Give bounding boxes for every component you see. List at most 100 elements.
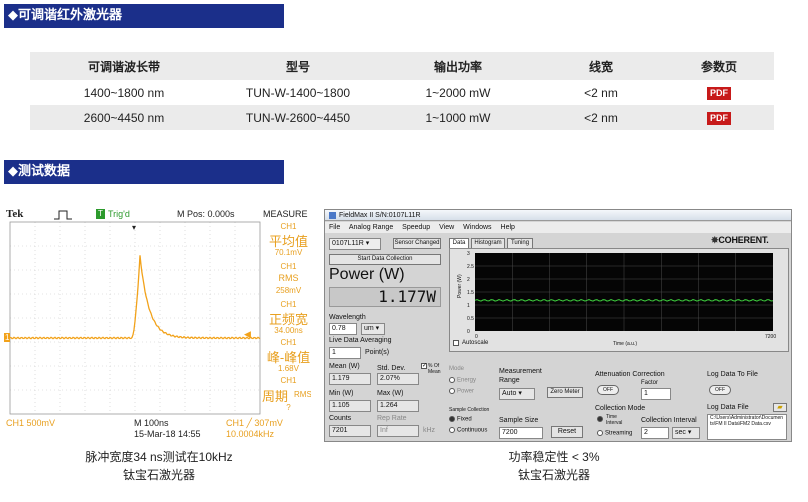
attenuation-label: Attenuation Correction	[595, 371, 665, 378]
cell-model: TUN-W-1400~1800	[245, 85, 351, 100]
y-ticks: 3 2.5 2 1.5 1 0.5 0	[467, 251, 474, 335]
menu-file[interactable]: File	[329, 224, 340, 231]
section-banner-lasers: ◆可调谐红外激光器	[4, 4, 284, 28]
cm-streaming-radio[interactable]: Streaming	[597, 430, 632, 437]
cell-band: 1400~1800 nm	[83, 85, 165, 100]
y-tick-label: 1	[467, 303, 470, 309]
log-data-toggle[interactable]: OFF	[709, 385, 731, 395]
meas-name: RMS	[278, 273, 299, 283]
mean-readout: 1.179	[329, 373, 371, 385]
sample-collection-label: Sample Collection	[449, 407, 490, 413]
coherent-logo-text: COHERENT.	[718, 235, 769, 245]
cell-doc: PDF	[664, 80, 774, 105]
trigger-state-icon	[54, 210, 72, 220]
col-header-power: 输出功率	[378, 52, 538, 80]
tab-data[interactable]: Data	[449, 238, 469, 248]
collection-interval-label: Collection Interval	[641, 417, 697, 424]
pdf-icon[interactable]: PDF	[707, 112, 731, 125]
reset-button[interactable]: Reset	[551, 426, 583, 438]
sc-continuous-radio[interactable]: Continuous	[449, 427, 487, 434]
live-averaging-label: Live Data Averaging	[329, 337, 392, 344]
wavelength-unit-select[interactable]: um ▾	[361, 323, 385, 335]
browse-folder-icon[interactable]: ▰	[773, 403, 787, 412]
menu-windows[interactable]: Windows	[463, 224, 491, 231]
autoscale-checkbox[interactable]	[453, 340, 459, 346]
col-header-band: 可调谐波长带	[30, 52, 218, 80]
meas-extra: RMS	[294, 390, 311, 399]
collection-interval-unit-select[interactable]: sec ▾	[672, 427, 700, 439]
fieldmax-caption: 功率稳定性 < 3% 钛宝石激光器	[400, 448, 708, 484]
mode-label: Mode	[449, 366, 465, 372]
wavelength-label: Wavelength	[329, 314, 366, 321]
wavelength-unit: um	[364, 325, 374, 332]
meas-ch: CH1	[280, 338, 297, 347]
device-select[interactable]: 0107L11R ▾	[329, 238, 381, 250]
mode-power-label: Power	[457, 388, 475, 395]
sc-continuous-label: Continuous	[457, 427, 488, 434]
oscilloscope-screenshot: Tek T Trig'd M Pos: 0.000s MEASURE ▾ ◀ 1…	[4, 206, 311, 442]
log-data-label: Log Data To File	[707, 371, 758, 378]
attenuation-toggle[interactable]: OFF	[597, 385, 619, 395]
zero-meter-button[interactable]: Zero Meter	[547, 387, 583, 398]
col-header-linewidth: 线宽	[538, 52, 664, 80]
cm-time-interval-label: Time Interval	[606, 414, 623, 426]
min-label: Min (W)	[329, 390, 354, 397]
cell-band: 2600~4450 nm	[30, 105, 218, 130]
counts-label: Counts	[329, 415, 352, 422]
radio-icon	[449, 377, 455, 383]
factor-label: Factor	[641, 380, 659, 386]
menu-view[interactable]: View	[439, 224, 454, 231]
menu-speedup[interactable]: Speedup	[402, 224, 430, 231]
collection-interval-unit: sec	[675, 429, 686, 436]
trigger-frequency: 10.0004kHz	[226, 429, 275, 439]
y-tick-label: 1.5	[467, 290, 474, 296]
mpos-readout: M Pos: 0.000s	[177, 209, 235, 219]
sc-fixed-label: Fixed	[457, 416, 472, 423]
power-readout: 1.177W	[329, 287, 441, 307]
col-header-model: 型号	[218, 52, 378, 80]
start-data-collection-button[interactable]: Start Data Collection	[329, 254, 441, 265]
table-row: 2600~4450 nm TUN-W-2600~4450 1~1000 mW <…	[30, 105, 774, 130]
timebase: M 100ns	[134, 418, 169, 428]
menu-analog-range[interactable]: Analog Range	[349, 224, 393, 231]
live-averaging-input[interactable]: 1	[329, 347, 361, 359]
radio-icon	[597, 430, 603, 436]
meas-ch: CH1	[280, 262, 297, 271]
sample-size-input[interactable]: 7200	[499, 427, 543, 439]
sensor-changed-button[interactable]: Sensor Changed	[393, 238, 441, 249]
meas-value: 34.00ns	[274, 326, 303, 335]
mode-power-radio[interactable]: Power	[449, 388, 474, 395]
collection-interval-input[interactable]: 2	[641, 427, 669, 439]
wavelength-input[interactable]: 0.78	[329, 323, 357, 335]
trigger-level-marker: ◀	[244, 329, 251, 339]
meas-value: ?	[286, 403, 291, 412]
mode-energy-radio[interactable]: Energy	[449, 377, 476, 384]
rep-rate-readout: Inf	[377, 425, 419, 437]
counts-readout: 7201	[329, 425, 371, 437]
std-dev-readout: 2.07%	[377, 373, 419, 385]
fieldmax-window: FieldMax II S/N:0107L11R File Analog Ran…	[324, 209, 792, 442]
trigger-level: CH1 ╱ 307mV	[226, 418, 283, 428]
pct-mean-checkbox[interactable]: ✓	[421, 363, 427, 369]
y-tick-label: 3	[467, 251, 470, 257]
pdf-icon[interactable]: PDF	[707, 87, 731, 100]
trigger-badge: T	[96, 209, 105, 219]
trigger-position-marker: ▾	[132, 223, 136, 232]
y-tick-label: 0	[467, 329, 470, 335]
cm-time-interval-radio[interactable]: Time Interval	[597, 414, 633, 426]
menu-help[interactable]: Help	[501, 224, 515, 231]
mode-energy-label: Energy	[457, 377, 477, 384]
measurement-range-value: Auto	[502, 390, 517, 397]
window-titlebar: FieldMax II S/N:0107L11R	[325, 210, 791, 221]
log-file-path[interactable]: C:\Users\Administrator\Documents\FM II D…	[707, 414, 787, 440]
device-select-value: 0107L11R	[332, 240, 364, 247]
std-dev-label: Std. Dev.	[377, 365, 406, 372]
factor-input[interactable]: 1	[641, 388, 671, 400]
table-header-row: 可调谐波长带 型号 输出功率 线宽 参数页	[30, 52, 774, 80]
power-plot: 3 2.5 2 1.5 1 0.5 0 Power (W) 0 7200 Time (a.u…	[457, 251, 776, 347]
trigger-status: Trig'd	[108, 209, 130, 219]
measurement-range-select[interactable]: Auto ▾	[499, 388, 535, 400]
x-tick-end: 7200	[765, 334, 776, 340]
sc-fixed-radio[interactable]: Fixed	[449, 416, 472, 423]
meas-value: 70.1mV	[274, 248, 303, 257]
